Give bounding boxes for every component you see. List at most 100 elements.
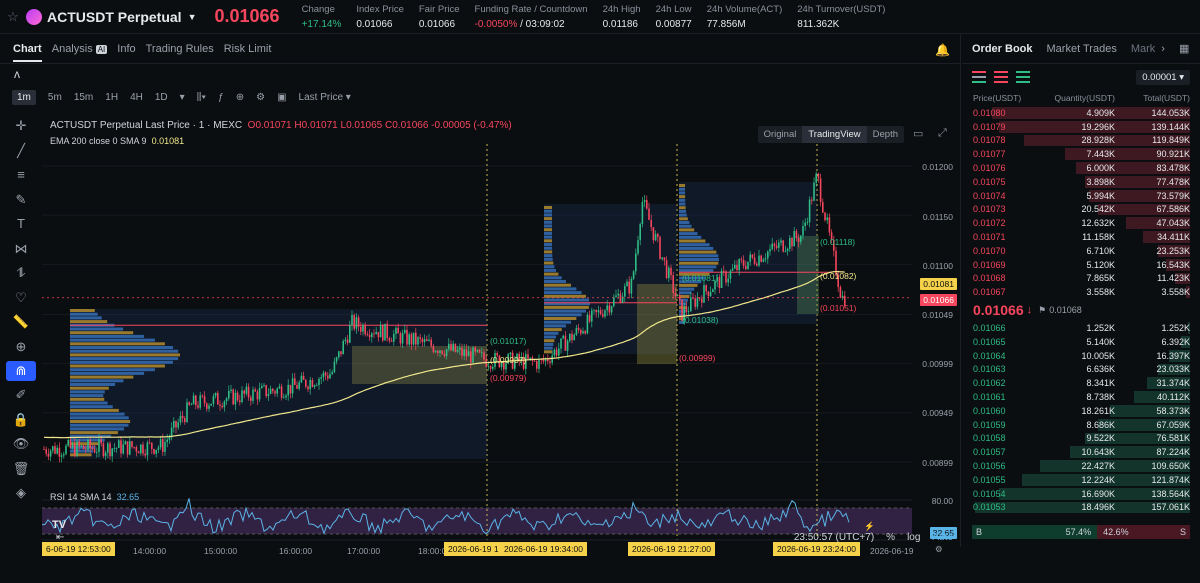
eye-icon[interactable]: 👁 bbox=[6, 432, 36, 457]
bid-row[interactable]: 0.01058 9.522K 76.581K bbox=[962, 432, 1200, 446]
interval-dropdown-icon[interactable]: ▾ bbox=[180, 92, 185, 103]
heart-icon[interactable]: ♡ bbox=[6, 286, 36, 311]
auto-toggle[interactable]: Auto bbox=[932, 532, 953, 543]
ask-row[interactable]: 0.01079 19.296K 139.144K bbox=[962, 120, 1200, 134]
favorite-star-icon[interactable]: ☆ bbox=[0, 9, 26, 25]
tab-chart[interactable]: Chart bbox=[13, 43, 42, 62]
interval-5m[interactable]: 5m bbox=[48, 92, 62, 103]
row-price: 0.01069 bbox=[973, 259, 1006, 270]
candle-body bbox=[188, 402, 190, 405]
ask-row[interactable]: 0.01073 20.542K 67.586K bbox=[962, 203, 1200, 217]
ask-row[interactable]: 0.01080 4.909K 144.053K bbox=[962, 106, 1200, 120]
ask-row[interactable]: 0.01068 7.865K 11.423K bbox=[962, 272, 1200, 286]
ask-row[interactable]: 0.01070 6.710K 23.253K bbox=[962, 244, 1200, 258]
ask-row[interactable]: 0.01069 5.120K 16.543K bbox=[962, 258, 1200, 272]
trash-icon[interactable]: 🗑 bbox=[6, 457, 36, 482]
vp-bar bbox=[679, 184, 686, 187]
text-tool-icon[interactable]: T bbox=[6, 212, 36, 237]
row-total: 119.849K bbox=[1152, 135, 1190, 146]
ask-row[interactable]: 0.01074 5.994K 73.579K bbox=[962, 189, 1200, 203]
lock-drawing-icon[interactable]: ✐ bbox=[6, 383, 36, 408]
interval-1m[interactable]: 1m bbox=[12, 89, 36, 105]
pattern-icon[interactable]: ⋈ bbox=[6, 237, 36, 262]
symbol-dropdown-icon[interactable]: ▼ bbox=[188, 12, 197, 22]
bid-row[interactable]: 0.01062 8.341K 31.374K bbox=[962, 376, 1200, 390]
bids-only-icon[interactable] bbox=[1016, 71, 1030, 83]
candle-body bbox=[234, 392, 237, 405]
candle-body bbox=[69, 439, 72, 448]
tab-order-book[interactable]: Order Book bbox=[972, 43, 1033, 55]
bid-row[interactable]: 0.01054 16.690K 138.564K bbox=[962, 487, 1200, 501]
bid-row[interactable]: 0.01055 12.224K 121.874K bbox=[962, 473, 1200, 487]
crosshair-icon[interactable]: ✛ bbox=[6, 114, 36, 139]
bid-row[interactable]: 0.01064 10.005K 16.397K bbox=[962, 349, 1200, 363]
ask-row[interactable]: 0.01078 28.928K 119.849K bbox=[962, 134, 1200, 148]
ask-row[interactable]: 0.01071 11.158K 34.411K bbox=[962, 230, 1200, 244]
indicators-icon[interactable]: ƒ bbox=[218, 92, 224, 103]
interval-1d[interactable]: 1D bbox=[155, 92, 168, 103]
trendline-icon[interactable]: ╱ bbox=[6, 139, 36, 164]
tab-analysis[interactable]: Analysis AI bbox=[52, 43, 108, 55]
candle-body bbox=[778, 242, 780, 248]
ruler-icon[interactable]: 📏 bbox=[6, 310, 36, 335]
tab-trading-rules[interactable]: Trading Rules bbox=[146, 43, 214, 55]
tab-info[interactable]: Info bbox=[117, 43, 135, 55]
symbol-name[interactable]: ACTUSDT Perpetual bbox=[47, 9, 182, 25]
stat-label: Fair Price bbox=[418, 3, 460, 15]
settings-icon[interactable]: ⚙ bbox=[256, 92, 265, 103]
row-price: 0.01066 bbox=[973, 323, 1006, 334]
ask-row[interactable]: 0.01076 6.000K 83.478K bbox=[962, 161, 1200, 175]
bell-icon[interactable]: 🔔 bbox=[935, 43, 950, 57]
layers-icon[interactable]: ◈ bbox=[6, 481, 36, 506]
brush-icon[interactable]: ✎ bbox=[6, 188, 36, 213]
ask-row[interactable]: 0.01072 12.632K 47.043K bbox=[962, 216, 1200, 230]
candle-body bbox=[254, 389, 256, 392]
prediction-icon[interactable]: ⥮ bbox=[6, 261, 36, 286]
ask-row[interactable]: 0.01067 3.558K 3.558K bbox=[962, 285, 1200, 299]
tab-market-trades[interactable]: Market Trades bbox=[1047, 43, 1117, 55]
ask-row[interactable]: 0.01077 7.443K 90.921K bbox=[962, 147, 1200, 161]
candle-body bbox=[309, 379, 311, 390]
layout-grid-icon[interactable]: ▦ bbox=[1179, 42, 1189, 55]
chart-type-icon[interactable]: ⫼▾ bbox=[197, 92, 206, 103]
candle-body bbox=[177, 422, 179, 428]
ask-row[interactable]: 0.01075 3.898K 77.478K bbox=[962, 175, 1200, 189]
precision-select[interactable]: 0.00001 ▾ bbox=[1136, 69, 1190, 85]
vp-label: (0.00997) bbox=[490, 355, 527, 365]
bid-row[interactable]: 0.01057 10.643K 87.224K bbox=[962, 445, 1200, 459]
bid-row[interactable]: 0.01065 5.140K 6.392K bbox=[962, 335, 1200, 349]
chevron-right-icon[interactable]: › bbox=[1161, 43, 1165, 55]
bid-row[interactable]: 0.01056 22.427K 109.650K bbox=[962, 459, 1200, 473]
bid-row[interactable]: 0.01063 6.636K 23.033K bbox=[962, 363, 1200, 377]
candle-body bbox=[553, 349, 556, 356]
bid-row[interactable]: 0.01060 18.261K 58.373K bbox=[962, 404, 1200, 418]
interval-1h[interactable]: 1H bbox=[105, 92, 118, 103]
bid-row[interactable]: 0.01061 8.738K 40.112K bbox=[962, 390, 1200, 404]
templates-icon[interactable]: ⊕ bbox=[236, 92, 244, 103]
interval-4h[interactable]: 4H bbox=[130, 92, 143, 103]
screenshot-icon[interactable]: ▣ bbox=[277, 92, 286, 103]
bid-row[interactable]: 0.01059 8.686K 67.059K bbox=[962, 418, 1200, 432]
row-price: 0.01062 bbox=[973, 378, 1006, 389]
candle-body bbox=[767, 251, 769, 259]
candle-body bbox=[384, 323, 386, 341]
bid-row[interactable]: 0.01066 1.252K 1.252K bbox=[962, 321, 1200, 335]
horizontal-lines-icon[interactable]: ≡ bbox=[6, 163, 36, 188]
interval-15m[interactable]: 15m bbox=[74, 92, 93, 103]
asks-only-icon[interactable] bbox=[994, 71, 1008, 83]
price-type-select[interactable]: Last Price ▾ bbox=[299, 92, 351, 103]
time-axis-label: 16:00:00 bbox=[279, 546, 313, 556]
log-toggle[interactable]: log bbox=[907, 532, 920, 543]
magnet-icon[interactable]: ⋒ bbox=[6, 361, 36, 381]
both-sides-icon[interactable] bbox=[972, 71, 986, 83]
percent-toggle[interactable]: % bbox=[886, 532, 895, 543]
chart-canvas[interactable] bbox=[41, 114, 961, 580]
lock-icon[interactable]: 🔒 bbox=[6, 408, 36, 433]
price-chart[interactable]: ACTUSDT Perpetual Last Price · 1 · MEXC … bbox=[41, 114, 961, 580]
zoom-icon[interactable]: ⊕ bbox=[6, 335, 36, 360]
tab-risk-limit[interactable]: Risk Limit bbox=[224, 43, 272, 55]
row-quantity: 11.158K bbox=[1082, 232, 1115, 243]
date-range-icon[interactable]: ⇤ bbox=[56, 532, 64, 543]
tab-mark[interactable]: Mark bbox=[1131, 43, 1155, 55]
bid-row[interactable]: 0.01053 18.496K 157.061K bbox=[962, 501, 1200, 515]
